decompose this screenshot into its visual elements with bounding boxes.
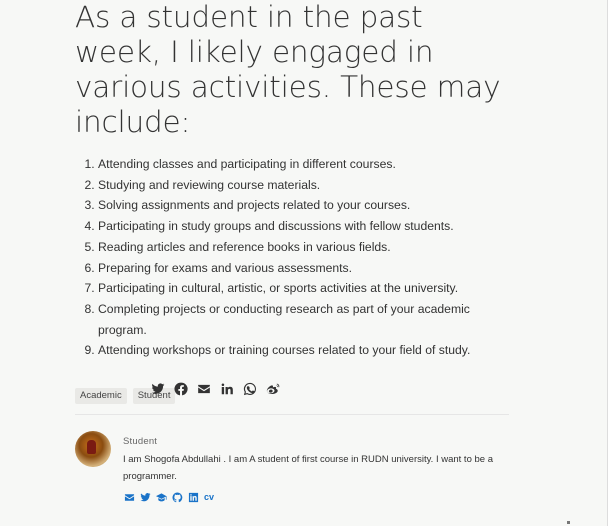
author-info: Student I am Shogofa Abdullahi . I am A …: [123, 436, 513, 503]
page-title: As a student in the past week, I likely …: [75, 0, 501, 139]
email-icon[interactable]: [123, 491, 135, 503]
twitter-icon[interactable]: [150, 381, 166, 397]
share-bar: [150, 381, 281, 397]
whatsapp-icon[interactable]: [242, 381, 258, 397]
list-item: Solving assignments and projects related…: [98, 195, 515, 216]
list-item: Attending classes and participating in d…: [98, 154, 515, 175]
list-item: Preparing for exams and various assessme…: [98, 258, 515, 279]
list-item: Participating in cultural, artistic, or …: [98, 278, 515, 299]
author-bio: I am Shogofa Abdullahi . I am A student …: [123, 454, 493, 482]
list-item: Participating in study groups and discus…: [98, 216, 515, 237]
author-links: cv: [123, 491, 513, 503]
weibo-icon[interactable]: [265, 381, 281, 397]
linkedin-icon[interactable]: [187, 491, 199, 503]
tag-list: Academic Student: [75, 388, 515, 405]
avatar-figure: [87, 440, 96, 454]
cv-link[interactable]: cv: [204, 492, 214, 502]
facebook-icon[interactable]: [173, 381, 189, 397]
list-item: Studying and reviewing course materials.: [98, 175, 515, 196]
activity-list: Attending classes and participating in d…: [75, 154, 515, 361]
github-icon[interactable]: [171, 491, 183, 503]
list-item: Attending workshops or training courses …: [98, 340, 515, 361]
author-role: Student: [123, 436, 158, 447]
avatar[interactable]: [75, 431, 111, 467]
email-icon[interactable]: [196, 381, 212, 397]
linkedin-icon[interactable]: [219, 381, 235, 397]
graduation-cap-icon[interactable]: [155, 491, 167, 503]
tag-academic[interactable]: Academic: [75, 388, 127, 405]
twitter-icon[interactable]: [139, 491, 151, 503]
list-item: Reading articles and reference books in …: [98, 237, 515, 258]
list-item: Completing projects or conducting resear…: [98, 299, 515, 340]
divider: [75, 414, 509, 415]
article: As a student in the past week, I likely …: [75, 0, 515, 405]
mouse-cursor: [567, 521, 570, 524]
